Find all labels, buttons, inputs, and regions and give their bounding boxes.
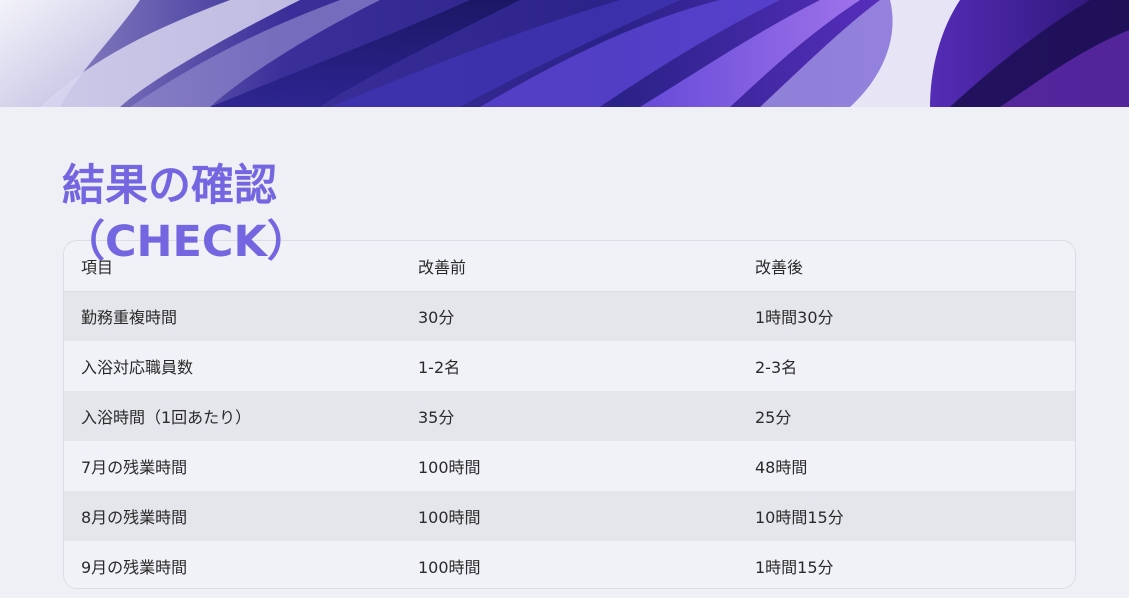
slide-title-line2: （CHECK）: [62, 217, 310, 267]
row-item: 7月の残業時間: [81, 458, 188, 477]
table-row: 7月の残業時間 100時間 48時間: [64, 441, 1075, 491]
row-item: 勤務重複時間: [81, 308, 178, 328]
table-row: 入浴対応職員数 1-2名 2-3名: [64, 341, 1075, 391]
row-after: 10時間15分: [755, 508, 844, 527]
row-before: 100時間: [418, 558, 481, 577]
table-row: 8月の残業時間 100時間 10時間15分: [64, 491, 1075, 541]
header-after: 改善後: [755, 257, 804, 277]
header-banner-image: [0, 0, 1129, 107]
row-item: 入浴時間（1回あたり）: [81, 408, 252, 427]
slide-title-line1: 結果の確認: [62, 161, 277, 211]
row-before: 30分: [418, 308, 455, 328]
row-before: 100時間: [418, 508, 481, 527]
row-after: 2-3名: [755, 358, 798, 377]
row-item: 8月の残業時間: [81, 508, 188, 527]
row-after: 1時間15分: [755, 558, 834, 577]
row-before: 35分: [418, 408, 455, 427]
row-after: 25分: [755, 408, 792, 427]
row-item: 9月の残業時間: [81, 558, 188, 577]
table-row: 勤務重複時間 30分 1時間30分: [64, 291, 1075, 341]
slide-title: 結果の確認 （CHECK）: [62, 158, 310, 270]
row-after: 48時間: [755, 458, 808, 477]
row-before: 100時間: [418, 458, 481, 477]
table-row: 入浴時間（1回あたり） 35分 25分: [64, 391, 1075, 441]
results-table: 項目 改善前 改善後 勤務重複時間 30分 1時間30分 入浴対応職員数 1-2…: [64, 241, 1075, 588]
row-before: 1-2名: [418, 358, 461, 377]
table-row: 9月の残業時間 100時間 1時間15分: [64, 541, 1075, 588]
results-table-card: 項目 改善前 改善後 勤務重複時間 30分 1時間30分 入浴対応職員数 1-2…: [63, 240, 1076, 589]
row-item: 入浴対応職員数: [81, 358, 194, 377]
header-before: 改善前: [418, 257, 467, 277]
row-after: 1時間30分: [755, 308, 834, 328]
